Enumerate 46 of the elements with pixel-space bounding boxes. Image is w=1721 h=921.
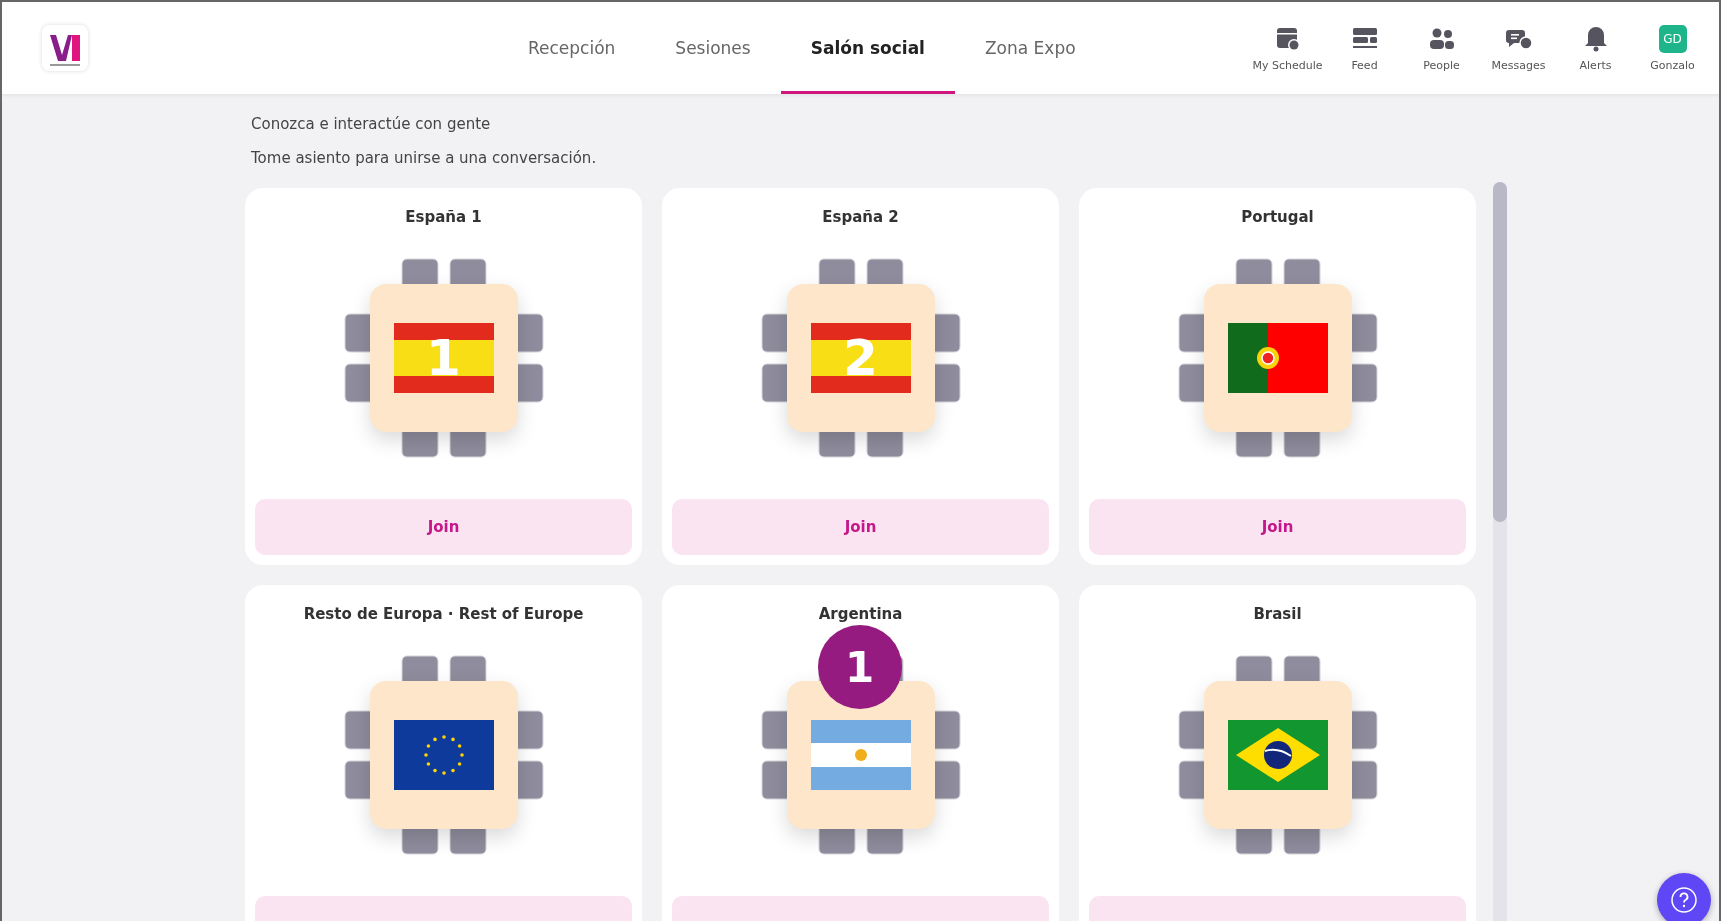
avatar: GD (1658, 24, 1687, 53)
scrollbar[interactable] (1493, 182, 1507, 921)
toolbar-button[interactable]: Feed (1326, 24, 1403, 72)
spain-flag-icon (393, 323, 494, 393)
toolbar-label: Gonzalo (1650, 58, 1695, 72)
table-title: Portugal (1241, 208, 1314, 226)
intro-text: Tome asiento para unirse a una conversación. (251, 148, 598, 168)
brazil-flag-icon (1227, 720, 1328, 790)
table-title: España 1 (405, 208, 482, 226)
flag-number: 1 (426, 333, 461, 383)
join-button[interactable]: Join (1089, 499, 1466, 555)
table-top[interactable] (1203, 681, 1352, 829)
toolbar-button[interactable]: Alerts (1557, 24, 1634, 72)
toolbar-button[interactable]: My Schedule (1249, 24, 1326, 72)
argentina-flag-icon (810, 720, 911, 790)
nav-tab[interactable]: Salón social (780, 2, 955, 94)
toolbar-button[interactable]: People (1403, 24, 1480, 72)
portugal-flag-icon (1227, 323, 1328, 393)
table-title: Resto de Europa · Rest of Europe (303, 605, 584, 623)
table-top[interactable] (369, 681, 518, 829)
table-top[interactable] (786, 681, 935, 829)
join-button[interactable]: Join (672, 499, 1049, 555)
table-title: España 2 (822, 208, 899, 226)
flag-number: 2 (843, 333, 878, 383)
table-top[interactable] (1203, 284, 1352, 432)
toolbar-label: Messages (1491, 58, 1546, 72)
profile-button[interactable]: GD Gonzalo (1634, 24, 1711, 72)
nav-tab[interactable]: Zona Expo (954, 2, 1106, 94)
intro-text: Conozca e interactúe con gente (251, 114, 492, 134)
scrollbar-thumb[interactable] (1493, 182, 1507, 522)
help-button[interactable] (1657, 873, 1711, 921)
help-icon (1669, 885, 1699, 915)
table-title: Argentina (818, 605, 903, 623)
join-button[interactable]: Join (255, 499, 632, 555)
nav-tab[interactable]: Sesiones (645, 2, 781, 94)
callout-badge: 1 (817, 625, 902, 709)
toolbar-label: Feed (1351, 58, 1378, 72)
logo-icon[interactable] (42, 25, 88, 71)
table-title: Brasil (1253, 605, 1302, 623)
toolbar-button[interactable]: Messages (1480, 24, 1557, 72)
nav-tab[interactable]: Recepción (498, 2, 646, 94)
toolbar-label: My Schedule (1252, 58, 1323, 72)
toolbar-label: Alerts (1579, 58, 1612, 72)
toolbar-label: People (1423, 58, 1460, 72)
eu-flag-icon (393, 720, 494, 790)
spain-flag-icon (810, 323, 911, 393)
